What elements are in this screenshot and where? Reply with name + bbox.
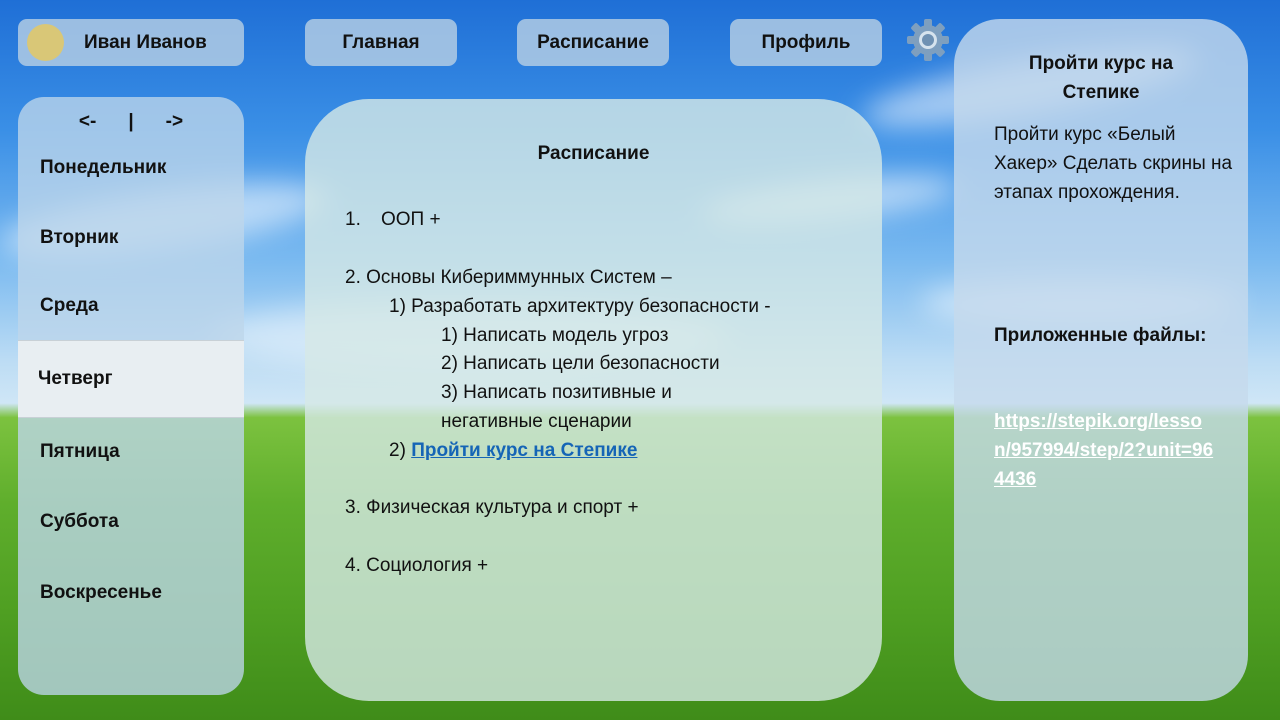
day-wednesday[interactable]: Среда — [18, 267, 244, 345]
item3-text: 3. Физическая культура и спорт + — [345, 497, 639, 518]
nav-home-button[interactable]: Главная — [305, 19, 457, 66]
day-monday[interactable]: Понедельник — [18, 129, 244, 207]
days-sidebar: <- | -> Понедельник Вторник Среда Четвер… — [18, 97, 244, 695]
nav-schedule-button[interactable]: Расписание — [517, 19, 669, 66]
stepik-course-link[interactable]: Пройти курс на Степике — [411, 440, 637, 461]
task-panel: Пройти курс на Степике Пройти курс «Белы… — [954, 19, 1248, 701]
schedule-title: Расписание — [537, 143, 650, 164]
task-title-line2: Степике — [1062, 82, 1140, 103]
item2-text: 2. Основы Кибериммунных Систем – — [345, 267, 672, 288]
item2-sub1-c-cont: негативные сценарии — [441, 411, 632, 432]
item2-sub1: 1) Разработать архитектуру безопасности … — [389, 296, 771, 317]
day-saturday[interactable]: Суббота — [18, 483, 244, 561]
user-profile-button[interactable]: Иван Иванов — [18, 19, 244, 66]
item1-text: ООП + — [381, 209, 441, 230]
day-tuesday[interactable]: Вторник — [18, 199, 244, 277]
item2-sub1-b: 2) Написать цели безопасности — [441, 353, 720, 374]
avatar — [27, 24, 64, 61]
item2-sub2-number: 2) — [389, 440, 406, 461]
user-name: Иван Иванов — [84, 31, 207, 53]
task-title: Пройти курс на Степике — [954, 49, 1248, 107]
attached-files-label: Приложенные файлы: — [994, 325, 1207, 346]
item4-text: 4. Социология + — [345, 555, 489, 576]
item2-sub1-a: 1) Написать модель угроз — [441, 325, 669, 346]
day-friday[interactable]: Пятница — [18, 413, 244, 491]
day-thursday[interactable]: Четверг — [18, 340, 244, 418]
item2-sub1-c: 3) Написать позитивные и — [441, 382, 672, 403]
item1-number: 1. — [345, 209, 361, 230]
item2-sub2: 2) Пройти курс на Степике — [389, 440, 637, 462]
day-sunday[interactable]: Воскресенье — [18, 554, 244, 632]
task-description: Пройти курс «Белый Хакер» Сделать скрины… — [994, 124, 1233, 203]
schedule-panel: Расписание 1. ООП + 2. Основы Кибериммун… — [305, 99, 882, 701]
nav-profile-button[interactable]: Профиль — [730, 19, 882, 66]
task-title-line1: Пройти курс на — [1028, 53, 1174, 74]
gear-icon[interactable] — [905, 17, 951, 63]
attached-file-link[interactable]: https://stepik.org/lesson/957994/step/2?… — [994, 407, 1214, 494]
